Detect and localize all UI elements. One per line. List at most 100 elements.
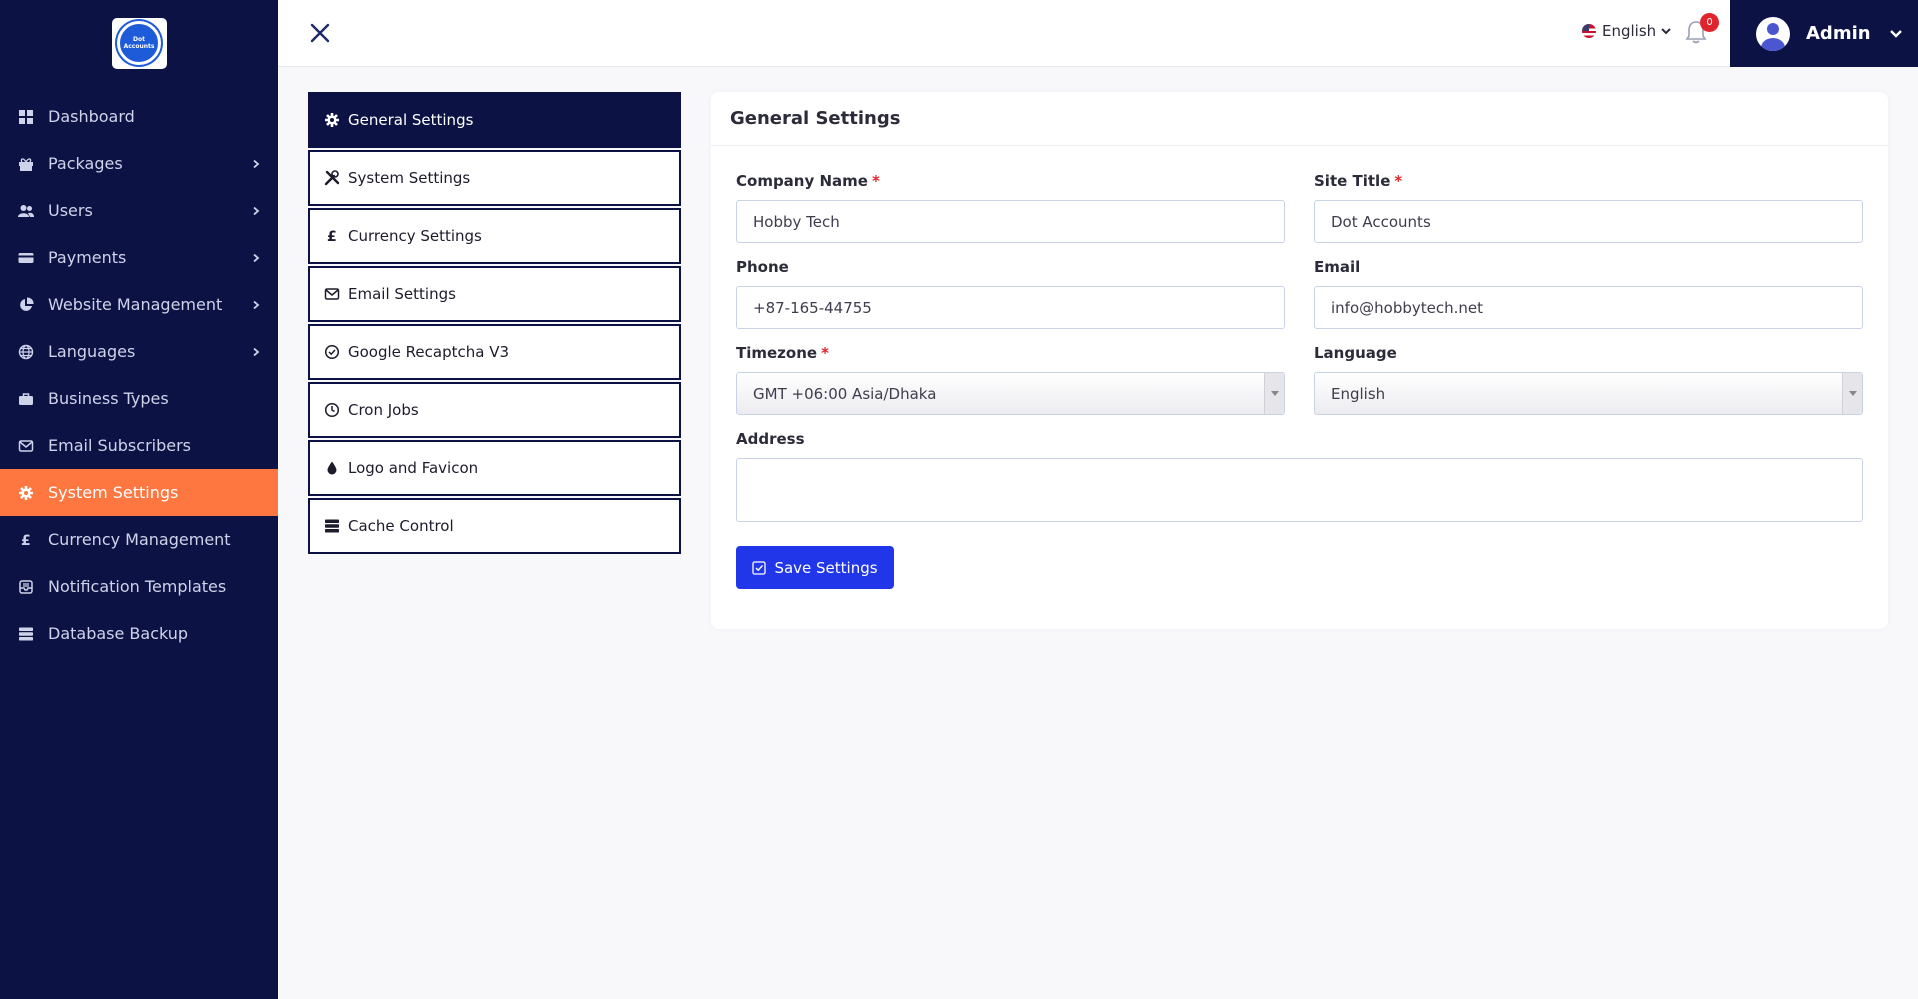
tab-icon-wrap	[324, 460, 340, 476]
gear-icon	[325, 113, 339, 127]
nav-icon-wrap	[18, 344, 34, 360]
tab-icon-wrap	[324, 518, 340, 534]
company-name-field: Company Name * Hobby Tech	[736, 172, 1285, 243]
chevron-right-icon	[253, 159, 260, 168]
logo-emblem: Dot Accounts	[117, 21, 161, 65]
check-circle-icon	[324, 344, 340, 360]
sidebar-item-dashboard[interactable]: Dashboard	[0, 93, 278, 140]
select-arrow[interactable]	[1842, 373, 1862, 414]
sidebar-item-label: Packages	[48, 154, 123, 173]
caret-down-icon	[1848, 390, 1857, 396]
sidebar: Dot Accounts Dashboard Packages Users Payme…	[0, 0, 278, 999]
sidebar-item-website-management[interactable]: Website Management	[0, 281, 278, 328]
dashboard-icon	[19, 109, 33, 124]
users-icon	[18, 204, 34, 217]
tab-currency-settings[interactable]: £ Currency Settings	[308, 208, 681, 264]
logo-container: Dot Accounts	[0, 0, 278, 86]
sidebar-item-payments[interactable]: Payments	[0, 234, 278, 281]
gear-icon	[19, 485, 33, 500]
mail-bulk-icon	[19, 579, 33, 594]
phone-field: Phone +87-165-44755	[736, 258, 1285, 329]
sidebar-item-notification-templates[interactable]: Notification Templates	[0, 563, 278, 610]
sidebar-item-database-backup[interactable]: Database Backup	[0, 610, 278, 657]
card-title: General Settings	[711, 92, 1888, 146]
pound-icon: £	[21, 533, 31, 548]
sidebar-item-label: Website Management	[48, 295, 223, 314]
chevron-right-icon	[253, 300, 260, 309]
tab-google-recaptcha-v3[interactable]: Google Recaptcha V3	[308, 324, 681, 380]
tools-icon	[324, 170, 340, 186]
save-settings-button[interactable]: Save Settings	[736, 546, 894, 589]
company-name-input[interactable]: Hobby Tech	[736, 200, 1285, 243]
sidebar-item-label: Payments	[48, 248, 127, 267]
clock-icon	[324, 402, 340, 418]
address-label: Address	[736, 430, 805, 448]
nav-icon-wrap	[18, 156, 34, 172]
tab-cron-jobs[interactable]: Cron Jobs	[308, 382, 681, 438]
brand-logo[interactable]: Dot Accounts	[111, 17, 167, 69]
chevron-right-icon	[253, 253, 260, 262]
sidebar-item-currency-management[interactable]: £ Currency Management	[0, 516, 278, 563]
envelope-icon	[18, 439, 34, 452]
sidebar-item-packages[interactable]: Packages	[0, 140, 278, 187]
address-textarea[interactable]	[736, 458, 1863, 522]
topbar: English 0 Admin	[278, 0, 1918, 67]
language-label: Language	[1314, 344, 1397, 362]
sidebar-item-email-subscribers[interactable]: Email Subscribers	[0, 422, 278, 469]
server-icon	[325, 519, 339, 533]
tab-email-settings[interactable]: Email Settings	[308, 266, 681, 322]
nav-icon-wrap	[18, 203, 34, 219]
tab-label: Cache Control	[348, 517, 454, 535]
site-title-label: Site Title *	[1314, 172, 1863, 192]
tab-label: System Settings	[348, 169, 471, 187]
nav-icon-wrap	[18, 296, 34, 313]
briefcase-icon	[19, 392, 33, 405]
user-menu[interactable]: Admin	[1730, 0, 1918, 67]
us-flag-icon	[1582, 24, 1596, 38]
timezone-select[interactable]: GMT +06:00 Asia/Dhaka	[736, 372, 1285, 415]
tab-label: General Settings	[348, 111, 474, 129]
nav-icon-wrap: £	[18, 532, 34, 548]
site-title-input[interactable]: Dot Accounts	[1314, 200, 1863, 243]
tab-logo-and-favicon[interactable]: Logo and Favicon	[308, 440, 681, 496]
avatar	[1756, 16, 1790, 51]
tab-label: Google Recaptcha V3	[348, 343, 510, 361]
language-selected-value: English	[1331, 384, 1386, 403]
tab-general-settings[interactable]: General Settings	[308, 92, 681, 148]
select-arrow[interactable]	[1264, 373, 1284, 414]
phone-input[interactable]: +87-165-44755	[736, 286, 1285, 329]
notifications-button[interactable]: 0	[1684, 13, 1719, 50]
company-name-label-text: Company Name	[736, 172, 868, 190]
tab-system-settings[interactable]: System Settings	[308, 150, 681, 206]
site-title-field: Site Title * Dot Accounts	[1314, 172, 1863, 243]
sidebar-item-languages[interactable]: Languages	[0, 328, 278, 375]
general-settings-card: General Settings Company Name * Hobby Tec…	[711, 92, 1888, 629]
chevron-right-icon	[253, 347, 260, 356]
email-field: Email info@hobbytech.net	[1314, 258, 1863, 329]
tab-label: Cron Jobs	[348, 401, 419, 419]
sidebar-item-users[interactable]: Users	[0, 187, 278, 234]
language-switcher[interactable]: English	[1582, 22, 1672, 40]
tab-icon-wrap	[324, 344, 340, 360]
email-input[interactable]: info@hobbytech.net	[1314, 286, 1863, 329]
sidebar-item-business-types[interactable]: Business Types	[0, 375, 278, 422]
gift-icon	[19, 157, 33, 171]
language-field: Language English	[1314, 344, 1863, 415]
sidebar-item-label: System Settings	[48, 483, 179, 502]
droplet-icon	[327, 461, 337, 475]
timezone-label-text: Timezone	[736, 344, 818, 362]
sidebar-item-label: Notification Templates	[48, 577, 227, 596]
sidebar-item-label: Currency Management	[48, 530, 231, 549]
sidebar-item-label: Languages	[48, 342, 136, 361]
language-select[interactable]: English	[1314, 372, 1863, 415]
credit-card-icon	[18, 252, 34, 263]
required-mark: *	[1394, 172, 1403, 190]
tab-cache-control[interactable]: Cache Control	[308, 498, 681, 554]
sidebar-item-label: Dashboard	[48, 107, 135, 126]
sidebar-item-system-settings[interactable]: System Settings	[0, 469, 278, 516]
close-icon	[310, 23, 330, 43]
logo-text: Dot Accounts	[123, 36, 155, 50]
language-switcher-label: English	[1602, 22, 1657, 40]
tab-label: Logo and Favicon	[348, 459, 479, 477]
close-sidebar-button[interactable]	[308, 21, 332, 45]
